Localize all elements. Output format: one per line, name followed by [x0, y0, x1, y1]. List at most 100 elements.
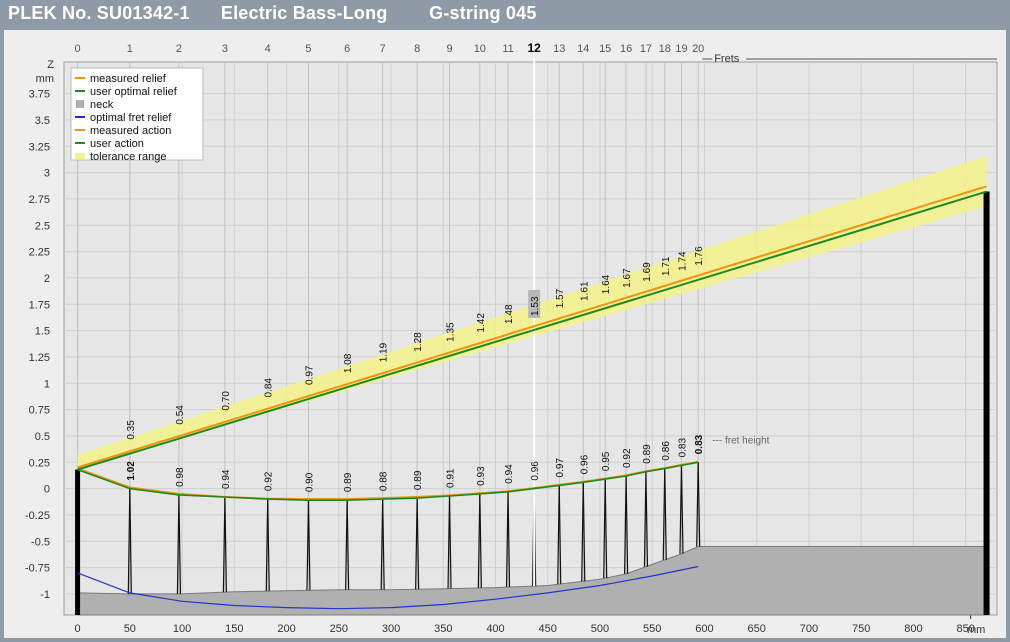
y-tick-label: 3.5: [35, 115, 50, 127]
x-tick-label: 150: [225, 623, 243, 635]
y-tick-label: 2.75: [29, 194, 50, 206]
fret-number-label: 3: [222, 43, 228, 55]
y-tick-label: 0.25: [29, 457, 50, 469]
fret-number-label: 8: [414, 43, 420, 55]
y-tick-label: 1.25: [29, 352, 50, 364]
y-tick-label: -1: [40, 589, 50, 601]
fret-number-label: 1: [127, 43, 133, 55]
action-value-label: 1.76: [694, 246, 705, 266]
fret-number-label: 20: [692, 43, 704, 55]
action-value-label: 1.71: [661, 256, 672, 276]
action-value-label: 1.69: [642, 262, 653, 282]
x-tick-label: 100: [173, 623, 191, 635]
fret-number-label: 16: [620, 43, 632, 55]
x-tick-label: 450: [539, 623, 557, 635]
relief-value-label: 0.95: [601, 451, 612, 471]
legend-swatch: [75, 153, 85, 159]
fret-number-label: 2: [176, 43, 182, 55]
y-tick-label: 2.25: [29, 247, 50, 259]
fret-number-label: 15: [599, 43, 611, 55]
action-value-label: 1.19: [379, 342, 390, 362]
y-tick-label: 1: [44, 378, 50, 390]
action-value-label: 0.54: [175, 405, 186, 425]
legend-label: tolerance range: [90, 151, 166, 163]
fret-number-label: 13: [553, 43, 565, 55]
legend-label: optimal fret relief: [90, 112, 172, 124]
x-tick-label: 0: [75, 623, 81, 635]
x-tick-label: 350: [434, 623, 452, 635]
relief-value-label: 0.89: [413, 470, 424, 490]
relief-value-label: 1.02: [126, 461, 137, 481]
relief-value-label: 0.89: [343, 472, 354, 492]
chart-title: PLEK No. SU01342-1 Electric Bass-Long G-…: [8, 3, 537, 23]
x-tick-label: 300: [382, 623, 400, 635]
x-tick-label: 600: [695, 623, 713, 635]
action-value-label: 1.48: [504, 304, 515, 324]
relief-value-label: 0.96: [579, 454, 590, 474]
x-tick-label: 400: [486, 623, 504, 635]
x-tick-label: 550: [643, 623, 661, 635]
x-tick-label: 200: [277, 623, 295, 635]
y-tick-label: 2.5: [35, 220, 50, 232]
title-bar: PLEK No. SU01342-1 Electric Bass-Long G-…: [0, 0, 1010, 30]
fret-number-label: 9: [446, 43, 452, 55]
y-tick-label: 0.5: [35, 431, 50, 443]
action-value-label: 1.61: [579, 281, 590, 301]
y-tick-label: 3: [44, 168, 50, 180]
y-tick-label: 1.5: [35, 326, 50, 338]
legend-label: user action: [90, 138, 144, 150]
legend-label: user optimal relief: [90, 86, 178, 98]
relief-value-label: 0.94: [504, 464, 515, 484]
fret-number-label: 18: [659, 43, 671, 55]
x-tick-label: 650: [748, 623, 766, 635]
plot-area: [63, 61, 998, 616]
fret-number-label: 6: [344, 43, 350, 55]
action-value-label: 1.53: [530, 296, 541, 316]
y-axis-label: Z: [47, 59, 54, 71]
relief-value-label: 0.97: [555, 458, 566, 478]
fret-axis-label: Frets: [714, 53, 740, 65]
action-value-label: 0.84: [264, 378, 275, 398]
action-value-label: 1.08: [343, 353, 354, 373]
y-tick-label: 3.25: [29, 141, 50, 153]
legend-label: measured relief: [90, 73, 167, 85]
x-axis-unit: mm: [967, 624, 985, 636]
fret-number-label: 14: [577, 43, 589, 55]
action-value-label: 1.74: [677, 251, 688, 271]
action-value-label: 0.35: [126, 420, 137, 440]
fret-number-label: 7: [380, 43, 386, 55]
action-value-label: 1.28: [413, 332, 424, 352]
relief-value-label: 0.88: [379, 471, 390, 491]
relief-value-label: 0.86: [661, 441, 672, 461]
x-tick-label: 500: [591, 623, 609, 635]
y-tick-label: -0.25: [25, 510, 50, 522]
fret-number-label: 5: [305, 43, 311, 55]
chart-panel: 3.75 3.5 3.25 3 2.75 2.5 2.25 2 1.75 1.5 1.25 1 0.75…: [4, 30, 1006, 638]
legend-label: measured action: [90, 125, 171, 137]
relief-value-label: 0.83: [677, 438, 688, 458]
y-tick-label: 2: [44, 273, 50, 285]
y-tick-label: -0.5: [31, 536, 50, 548]
fret-number-label: 0: [75, 43, 81, 55]
y-tick-label: 0.75: [29, 405, 50, 417]
relief-value-label: 0.91: [446, 468, 457, 488]
x-tick-label: 750: [852, 623, 870, 635]
fret-number-label: 17: [640, 43, 652, 55]
fret-number-label: 11: [502, 43, 513, 55]
relief-value-label: 0.93: [476, 466, 487, 486]
action-value-label: 1.57: [555, 288, 566, 308]
x-tick-label: 250: [330, 623, 348, 635]
fret-height-annotation: --- fret height: [712, 435, 769, 446]
y-tick-label: 1.75: [29, 299, 50, 311]
y-tick-label: -0.75: [25, 563, 50, 575]
action-value-label: 0.97: [304, 365, 315, 385]
y-axis-unit: mm: [36, 73, 54, 85]
x-tick-label: 50: [124, 623, 136, 635]
fret-number-label: 10: [474, 43, 486, 55]
x-tick-label: 800: [904, 623, 922, 635]
action-value-label: 1.64: [601, 274, 612, 294]
action-value-label: 0.70: [221, 391, 232, 411]
fret-number-label: 4: [265, 43, 271, 55]
relief-value-label: 0.98: [175, 467, 186, 487]
relief-value-label: 0.92: [622, 448, 633, 468]
